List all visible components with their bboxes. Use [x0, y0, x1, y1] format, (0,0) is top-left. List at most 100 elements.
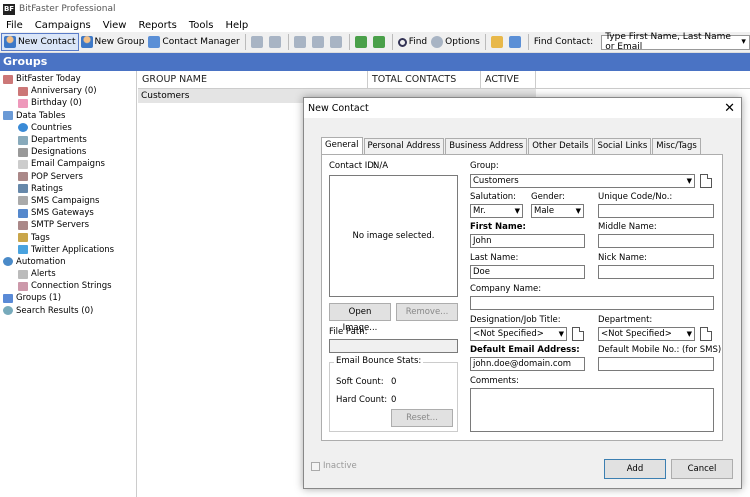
- new-designation-document-icon[interactable]: [572, 327, 584, 341]
- chevron-down-icon: ▼: [558, 330, 564, 338]
- remove-image-button[interactable]: Remove...: [396, 303, 458, 321]
- email-bounce-stats-legend: Email Bounce Stats:: [334, 356, 424, 366]
- gear-icon: [3, 257, 13, 267]
- column-header-active[interactable]: ACTIVE: [481, 70, 536, 89]
- tree-item-label: BitFaster Today: [16, 74, 81, 85]
- tree-item-countries[interactable]: Countries: [0, 122, 136, 134]
- tree-item-sms-gateways[interactable]: SMS Gateways: [0, 207, 136, 219]
- tree-item-designations[interactable]: Designations: [0, 146, 136, 158]
- soft-count-label: Soft Count:: [336, 377, 384, 387]
- toolbar-separator: [484, 34, 486, 50]
- hard-count-label: Hard Count:: [336, 395, 388, 405]
- chevron-down-icon: ▾: [741, 37, 746, 47]
- comments-textarea[interactable]: [470, 388, 714, 432]
- tree-item-twitter-applications[interactable]: Twitter Applications: [0, 244, 136, 256]
- twitter-button[interactable]: [507, 33, 525, 51]
- inactive-checkbox[interactable]: [311, 461, 320, 471]
- menu-help[interactable]: Help: [219, 20, 254, 31]
- default-mobile-field[interactable]: [598, 357, 714, 371]
- tree-item-label: Connection Strings: [31, 281, 112, 292]
- mobile-button[interactable]: [267, 33, 285, 51]
- menu-tools[interactable]: Tools: [183, 20, 220, 31]
- tree-item-sms-campaigns[interactable]: SMS Campaigns: [0, 195, 136, 207]
- nick-name-field[interactable]: [598, 265, 714, 279]
- tree-item-pop-servers[interactable]: POP Servers: [0, 171, 136, 183]
- salutation-select[interactable]: Mr. ▼: [470, 204, 523, 218]
- menu-view[interactable]: View: [97, 20, 133, 31]
- tree-item-label: Groups (1): [16, 293, 62, 304]
- file-path-field[interactable]: [329, 339, 458, 353]
- default-email-field[interactable]: john.doe@domain.com: [470, 357, 585, 371]
- tree-item-connection-strings[interactable]: Connection Strings: [0, 280, 136, 292]
- sync-button[interactable]: [371, 33, 389, 51]
- email-button[interactable]: [249, 33, 267, 51]
- new-group-button[interactable]: New Group: [79, 33, 147, 51]
- last-name-field[interactable]: Doe: [470, 265, 585, 279]
- tab-business-address[interactable]: Business Address: [445, 138, 528, 154]
- open-image-button[interactable]: Open Image...: [329, 303, 391, 333]
- chevron-down-icon: ▼: [575, 207, 581, 215]
- person-icon: [4, 36, 16, 48]
- new-contact-button[interactable]: New Contact: [1, 33, 79, 51]
- new-department-document-icon[interactable]: [700, 327, 712, 341]
- document-button[interactable]: [292, 33, 310, 51]
- unique-code-field[interactable]: [598, 204, 714, 218]
- tree-item-label: Tags: [31, 232, 50, 243]
- rating-icon: [18, 184, 28, 194]
- menu-file[interactable]: File: [0, 20, 29, 31]
- tree-item-data-tables[interactable]: Data Tables: [0, 110, 136, 122]
- tree-item-label: SMS Gateways: [31, 208, 94, 219]
- calendar-icon: [18, 86, 28, 96]
- tab-misc-tags[interactable]: Misc/Tags: [652, 138, 701, 154]
- add-button[interactable]: Add: [604, 459, 666, 479]
- contact-manager-button[interactable]: Contact Manager: [146, 33, 241, 51]
- tab-social-links[interactable]: Social Links: [593, 138, 652, 154]
- tree-item-tags[interactable]: Tags: [0, 231, 136, 243]
- tree-item-bitfaster-today[interactable]: BitFaster Today: [0, 73, 136, 85]
- refresh-icon: [354, 36, 367, 48]
- department-select[interactable]: <Not Specified> ▼: [598, 327, 695, 341]
- group-select[interactable]: Customers ▼: [470, 174, 695, 188]
- tree-item-ratings[interactable]: Ratings: [0, 183, 136, 195]
- tree-item-departments[interactable]: Departments: [0, 134, 136, 146]
- tree-item-anniversary[interactable]: Anniversary (0): [0, 85, 136, 97]
- company-name-field[interactable]: [470, 296, 714, 310]
- toolbar-separator: [391, 34, 393, 50]
- tab-other-details[interactable]: Other Details: [528, 138, 593, 154]
- tree-item-alerts[interactable]: Alerts: [0, 268, 136, 280]
- tab-general[interactable]: General: [321, 137, 363, 154]
- mail-button[interactable]: [310, 33, 328, 51]
- tree-item-automation[interactable]: Automation: [0, 256, 136, 268]
- middle-name-field[interactable]: [598, 234, 714, 248]
- tree-item-search-results[interactable]: Search Results (0): [0, 305, 136, 317]
- menu-bar: File Campaigns View Reports Tools Help: [0, 18, 750, 32]
- group-select-value: Customers: [473, 176, 519, 186]
- tree-item-label: Departments: [31, 135, 87, 146]
- gender-select[interactable]: Male ▼: [531, 204, 584, 218]
- first-name-field[interactable]: John: [470, 234, 585, 248]
- globe-icon: [18, 123, 28, 133]
- first-name-label: First Name:: [470, 222, 526, 232]
- tree-item-email-campaigns[interactable]: Email Campaigns: [0, 158, 136, 170]
- tree-item-birthday[interactable]: Birthday (0): [0, 97, 136, 109]
- find-contact-combo[interactable]: Type First Name, Last Name or Email ▾: [601, 32, 750, 52]
- new-group-document-icon[interactable]: [700, 174, 712, 188]
- unique-code-label: Unique Code/No.:: [598, 192, 673, 202]
- column-header-total-contacts[interactable]: TOTAL CONTACTS: [368, 70, 481, 89]
- find-button[interactable]: Find: [396, 33, 429, 51]
- tree-item-smtp-servers[interactable]: SMTP Servers: [0, 219, 136, 231]
- column-header-group-name[interactable]: GROUP NAME: [138, 70, 368, 89]
- refresh-button[interactable]: [353, 33, 371, 51]
- menu-reports[interactable]: Reports: [132, 20, 182, 31]
- lock-button[interactable]: [489, 33, 507, 51]
- default-email-label: Default Email Address:: [470, 345, 580, 355]
- cancel-button[interactable]: Cancel: [671, 459, 733, 479]
- reset-button[interactable]: Reset...: [391, 409, 453, 427]
- tree-item-groups[interactable]: Groups (1): [0, 292, 136, 304]
- designation-select[interactable]: <Not Specified> ▼: [470, 327, 567, 341]
- options-button[interactable]: Options: [429, 33, 482, 51]
- close-icon[interactable]: ✕: [724, 101, 735, 116]
- phone-button[interactable]: [328, 33, 346, 51]
- menu-campaigns[interactable]: Campaigns: [29, 20, 97, 31]
- tab-personal-address[interactable]: Personal Address: [363, 138, 445, 154]
